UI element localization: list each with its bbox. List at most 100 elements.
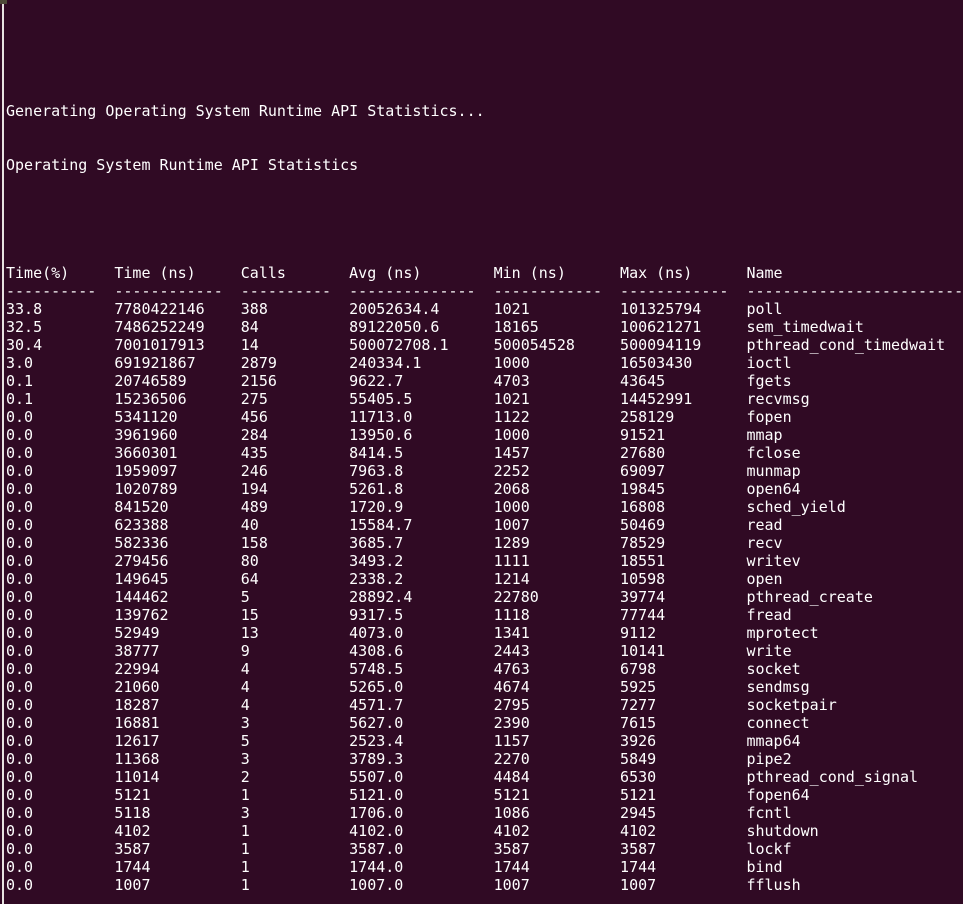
cell: 3493.2 — [349, 552, 493, 570]
table-row: 0.12074658921569622.7470343645fgets — [6, 372, 963, 390]
cell: 2390 — [494, 714, 620, 732]
cell: 0.0 — [6, 588, 114, 606]
cell: 50469 — [620, 516, 746, 534]
cell: 2523.4 — [349, 732, 493, 750]
cell: 1214 — [494, 570, 620, 588]
cell: 1 — [241, 822, 349, 840]
cell: read — [746, 516, 782, 534]
cell: 6798 — [620, 660, 746, 678]
table-row: 0.05823361583685.7128978529recv — [6, 534, 963, 552]
table-row: 0.036603014358414.5145727680fclose — [6, 444, 963, 462]
cell: 14 — [241, 336, 349, 354]
cell: 1157 — [494, 732, 620, 750]
cell: 4763 — [494, 660, 620, 678]
cell: 3587 — [114, 840, 240, 858]
cell: 258129 — [620, 408, 746, 426]
cell: 0.0 — [6, 858, 114, 876]
cell: 1000 — [494, 498, 620, 516]
cell: 43645 — [620, 372, 746, 390]
cell: 3.0 — [6, 354, 114, 372]
cell: 2879 — [241, 354, 349, 372]
cell: 0.0 — [6, 462, 114, 480]
cell: 4308.6 — [349, 642, 493, 660]
column-header: Avg (ns) — [349, 264, 493, 282]
cell: 15 — [241, 606, 349, 624]
cell: mmap64 — [746, 732, 800, 750]
cell: 500072708.1 — [349, 336, 493, 354]
cell: 3 — [241, 804, 349, 822]
cell: 0.0 — [6, 840, 114, 858]
cell: 3789.3 — [349, 750, 493, 768]
cell: 5849 — [620, 750, 746, 768]
cell: 1007 — [620, 876, 746, 894]
cell: munmap — [746, 462, 800, 480]
cell: 18551 — [620, 552, 746, 570]
cell: 5 — [241, 732, 349, 750]
cell: 0.0 — [6, 714, 114, 732]
cell: 1 — [241, 876, 349, 894]
cell: recv — [746, 534, 782, 552]
cell: 1 — [241, 858, 349, 876]
cell: 2156 — [241, 372, 349, 390]
cell: 1021 — [494, 390, 620, 408]
cell: 101325794 — [620, 300, 746, 318]
table-row: 0.0512115121.051215121fopen64 — [6, 786, 963, 804]
table-row: 0.0100711007.010071007fflush — [6, 876, 963, 894]
table-row: 0.0511831706.010862945fcntl — [6, 804, 963, 822]
cell: 284 — [241, 426, 349, 444]
cell: fcntl — [746, 804, 791, 822]
cell: 0.0 — [6, 606, 114, 624]
cell: 15236506 — [114, 390, 240, 408]
cell: 19845 — [620, 480, 746, 498]
cell: 18165 — [494, 318, 620, 336]
cell: 1086 — [494, 804, 620, 822]
cell: 1007 — [494, 876, 620, 894]
cell: 12617 — [114, 732, 240, 750]
cell: 4 — [241, 696, 349, 714]
cell: 500054528 — [494, 336, 620, 354]
cell: 3587 — [494, 840, 620, 858]
cell: 69097 — [620, 462, 746, 480]
cell: pthread_create — [746, 588, 872, 606]
cell: 1000 — [494, 354, 620, 372]
cell: 9 — [241, 642, 349, 660]
cell: 22780 — [494, 588, 620, 606]
table-row: 30.4700101791314500072708.15000545285000… — [6, 336, 963, 354]
table-row: 0.02299445748.547636798socket — [6, 660, 963, 678]
cell: 16881 — [114, 714, 240, 732]
cell: 0.0 — [6, 750, 114, 768]
cell: 489 — [241, 498, 349, 516]
cell: 78529 — [620, 534, 746, 552]
column-underline: -------------- — [349, 282, 493, 300]
cell: 20746589 — [114, 372, 240, 390]
cell: 0.0 — [6, 552, 114, 570]
cell: 1122 — [494, 408, 620, 426]
cell: fread — [746, 606, 791, 624]
table-row: 0.11523650627555405.5102114452991recvmsg — [6, 390, 963, 408]
cell: writev — [746, 552, 800, 570]
cell: 11713.0 — [349, 408, 493, 426]
cell: 9317.5 — [349, 606, 493, 624]
cell: 0.1 — [6, 390, 114, 408]
cell: open — [746, 570, 782, 588]
cell: 5627.0 — [349, 714, 493, 732]
cell: 1744.0 — [349, 858, 493, 876]
cell: 3961960 — [114, 426, 240, 444]
cell: 841520 — [114, 498, 240, 516]
osrt-stats-table: Time(%)Time (ns)CallsAvg (ns)Min (ns)Max… — [6, 264, 963, 894]
cell: 18287 — [114, 696, 240, 714]
cell: 16503430 — [620, 354, 746, 372]
column-underline: ---------- — [241, 282, 349, 300]
terminal-window[interactable]: Generating Operating System Runtime API … — [0, 0, 963, 904]
cell: 0.0 — [6, 534, 114, 552]
table-row: 0.08415204891720.9100016808sched_yield — [6, 498, 963, 516]
cell: 64 — [241, 570, 349, 588]
cell: fclose — [746, 444, 800, 462]
cell: 3 — [241, 714, 349, 732]
cell: 0.0 — [6, 642, 114, 660]
cell: 84 — [241, 318, 349, 336]
table-row: 0.010207891945261.8206819845open64 — [6, 480, 963, 498]
table-header-row: Time(%)Time (ns)CallsAvg (ns)Min (ns)Max… — [6, 264, 963, 282]
table-row: 0.0396196028413950.6100091521mmap — [6, 426, 963, 444]
cell: 5121.0 — [349, 786, 493, 804]
